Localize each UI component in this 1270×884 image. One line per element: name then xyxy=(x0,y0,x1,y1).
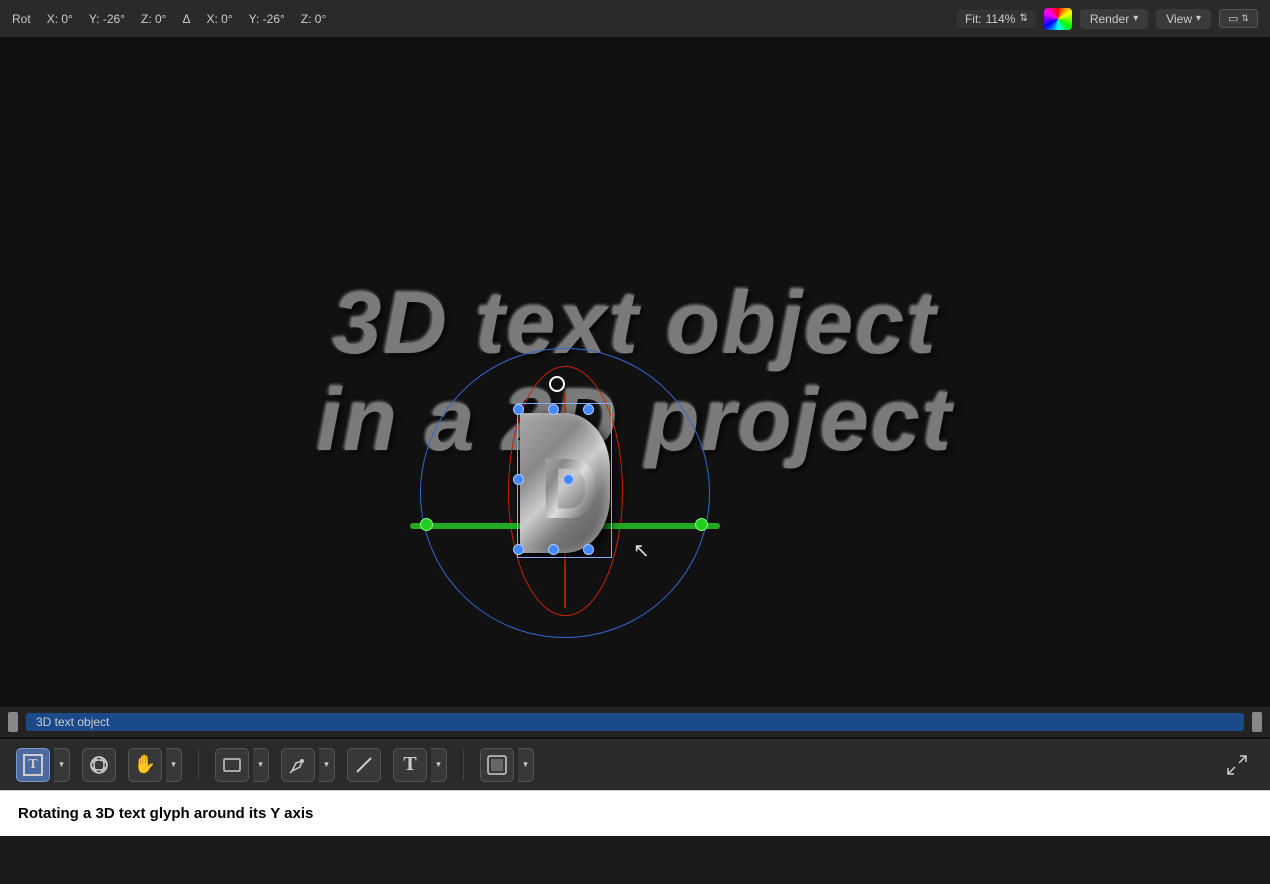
fill-tool-button[interactable] xyxy=(480,748,514,782)
gizmo-container[interactable]: D ↖ xyxy=(420,348,710,638)
delta-y: Y: -26° xyxy=(249,12,285,26)
cursor: ↖ xyxy=(633,538,650,563)
fit-label: Fit: xyxy=(965,12,982,26)
control-point-7[interactable] xyxy=(548,544,559,555)
text-tool-button[interactable]: T xyxy=(393,748,427,782)
timeline-end-marker xyxy=(1252,712,1262,732)
hand-tool-dropdown[interactable]: ▾ xyxy=(166,748,182,782)
render-dropdown[interactable]: Render xyxy=(1080,9,1148,29)
hand-tool-group: ✋ ▾ xyxy=(128,748,182,782)
window-icon: ▭ xyxy=(1228,12,1238,25)
bottom-toolbar: T ▾ ✋ ▾ ▾ xyxy=(0,738,1270,790)
expand-icon xyxy=(1226,754,1248,776)
canvas-area: 3D text object in a 2D project xyxy=(0,38,1270,706)
pen-tool-dropdown[interactable]: ▾ xyxy=(319,748,335,782)
pen-tool-group: ▾ xyxy=(281,748,335,782)
control-point-8[interactable] xyxy=(583,544,594,555)
separator-2 xyxy=(463,750,464,780)
shape-tool-dropdown[interactable]: ▾ xyxy=(253,748,269,782)
caption-area: Rotating a 3D text glyph around its Y ax… xyxy=(0,790,1270,836)
text-tool-group: T ▾ xyxy=(393,748,447,782)
top-toolbar: Rot X: 0° Y: -26° Z: 0° Δ X: 0° Y: -26° … xyxy=(0,0,1270,38)
caption-text: Rotating a 3D text glyph around its Y ax… xyxy=(18,805,313,822)
expand-button[interactable] xyxy=(1220,748,1254,782)
pen-tool-icon xyxy=(288,755,308,775)
fill-tool-dropdown[interactable]: ▾ xyxy=(518,748,534,782)
text-select-tool-dropdown[interactable]: ▾ xyxy=(54,748,70,782)
delta-x: X: 0° xyxy=(207,12,233,26)
separator-1 xyxy=(198,750,199,780)
rot-x: X: 0° xyxy=(47,12,73,26)
fit-value: 114% xyxy=(986,12,1016,26)
top-right-controls: Fit: 114% ⇅ Render View ▭ ⇅ xyxy=(957,8,1258,30)
shape-tool-icon xyxy=(222,755,242,775)
line-tool-group xyxy=(347,748,381,782)
pen-tool-button[interactable] xyxy=(281,748,315,782)
control-point-2[interactable] xyxy=(548,404,559,415)
control-point-4[interactable] xyxy=(513,474,524,485)
text-tool-dropdown[interactable]: ▾ xyxy=(431,748,447,782)
timeline-start-marker xyxy=(8,712,18,732)
rot-y: Y: -26° xyxy=(89,12,125,26)
control-point-6[interactable] xyxy=(513,544,524,555)
hand-tool-icon: ✋ xyxy=(134,754,156,775)
green-handle-right[interactable] xyxy=(695,518,708,531)
control-point-5[interactable] xyxy=(563,474,574,485)
view-dropdown[interactable]: View xyxy=(1156,9,1211,29)
text-tool-icon: T xyxy=(403,753,416,776)
rot-label: Rot xyxy=(12,12,31,26)
fill-tool-group: ▾ xyxy=(480,748,534,782)
3d-tool-button[interactable] xyxy=(82,748,116,782)
fill-tool-icon xyxy=(486,754,508,776)
control-point-1[interactable] xyxy=(513,404,524,415)
line-tool-button[interactable] xyxy=(347,748,381,782)
window-chevron-icon: ⇅ xyxy=(1241,13,1249,24)
control-point-3[interactable] xyxy=(583,404,594,415)
text-select-icon: T xyxy=(23,754,42,776)
rotation-handle-top[interactable] xyxy=(549,376,565,392)
green-handle-left[interactable] xyxy=(420,518,433,531)
delta-symbol: Δ xyxy=(182,12,190,26)
delta-z: Z: 0° xyxy=(301,12,326,26)
transform-info: Rot X: 0° Y: -26° Z: 0° Δ X: 0° Y: -26° … xyxy=(12,12,326,26)
rot-z: Z: 0° xyxy=(141,12,166,26)
hand-tool-button[interactable]: ✋ xyxy=(128,748,162,782)
shape-tool-group: ▾ xyxy=(215,748,269,782)
text-select-tool-button[interactable]: T xyxy=(16,748,50,782)
timeline-clip-label[interactable]: 3D text object xyxy=(26,713,1244,731)
line-tool-icon xyxy=(354,755,374,775)
shape-tool-button[interactable] xyxy=(215,748,249,782)
color-palette-button[interactable] xyxy=(1044,8,1072,30)
window-size-button[interactable]: ▭ ⇅ xyxy=(1219,9,1258,28)
timeline-bar: 3D text object xyxy=(0,706,1270,738)
select-tool-group: T ▾ xyxy=(16,748,70,782)
3d-tool-icon xyxy=(89,755,109,775)
fit-control[interactable]: Fit: 114% ⇅ xyxy=(957,10,1036,28)
3d-tool-group xyxy=(82,748,116,782)
fit-chevron-icon: ⇅ xyxy=(1019,13,1027,24)
